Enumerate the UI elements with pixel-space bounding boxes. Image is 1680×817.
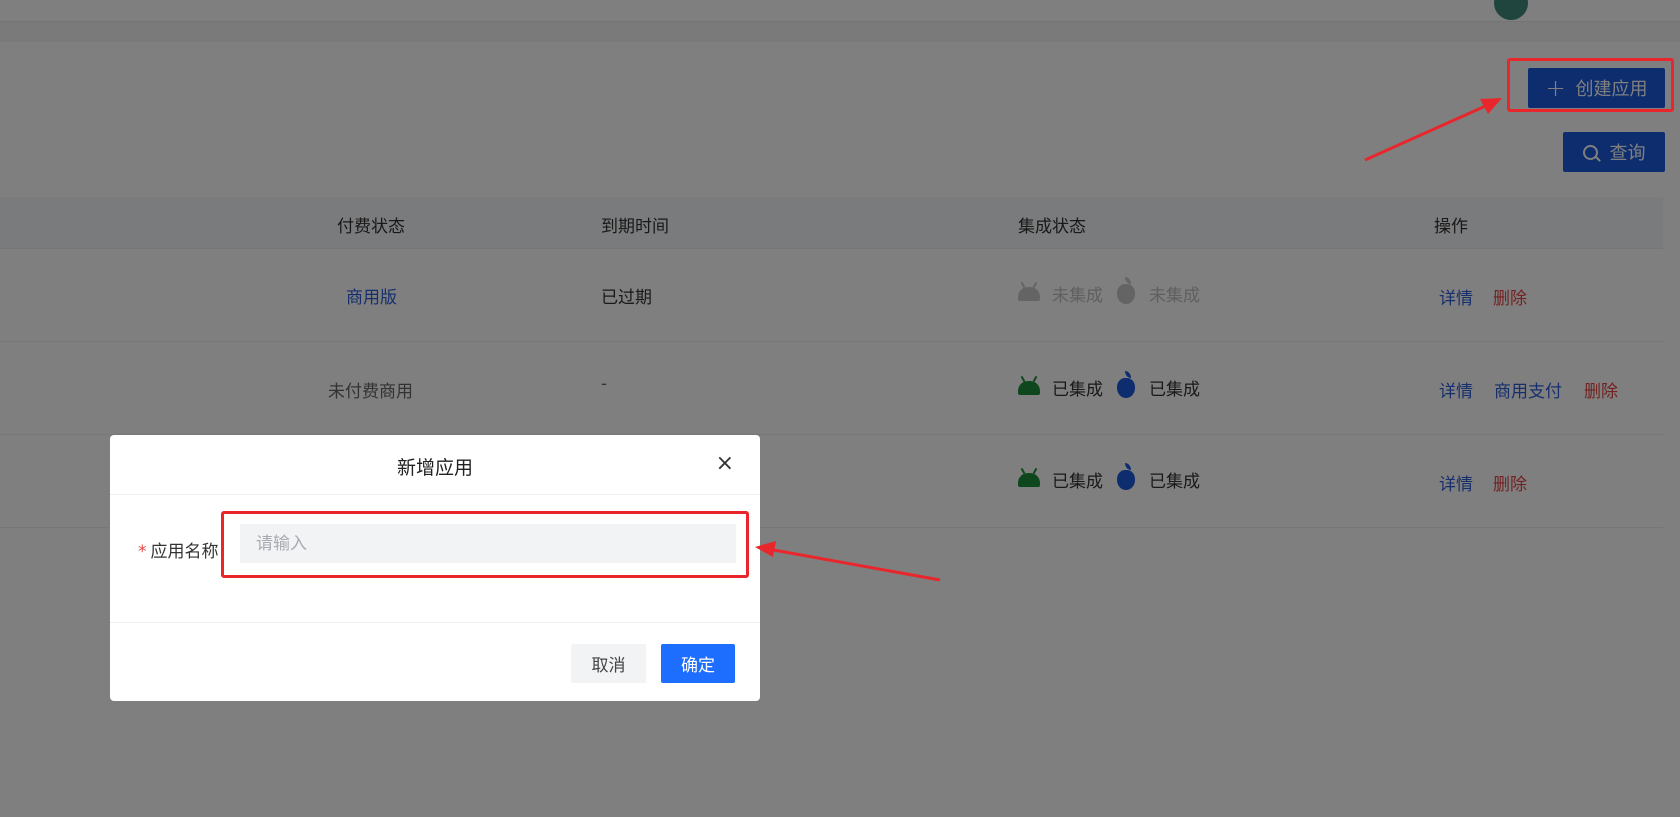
dialog-body: * 应用名称 bbox=[110, 495, 760, 623]
app-name-label-text: 应用名称 bbox=[150, 542, 219, 562]
confirm-button[interactable]: 确定 bbox=[661, 644, 735, 683]
required-mark: * bbox=[138, 542, 147, 562]
cancel-button[interactable]: 取消 bbox=[571, 644, 646, 683]
dialog-footer: 取消 确定 bbox=[110, 623, 760, 701]
dialog-title: 新增应用 bbox=[396, 457, 473, 479]
add-app-dialog: 新增应用 × *应用名称 取消 确定 bbox=[110, 435, 760, 701]
app-name-label: * 应用名称 bbox=[138, 537, 219, 562]
close-icon[interactable]: × bbox=[716, 451, 734, 476]
annotation-highlight-input bbox=[221, 511, 749, 578]
annotation-highlight-create bbox=[1507, 58, 1674, 112]
dialog-header: 新增应用 × bbox=[110, 435, 760, 495]
